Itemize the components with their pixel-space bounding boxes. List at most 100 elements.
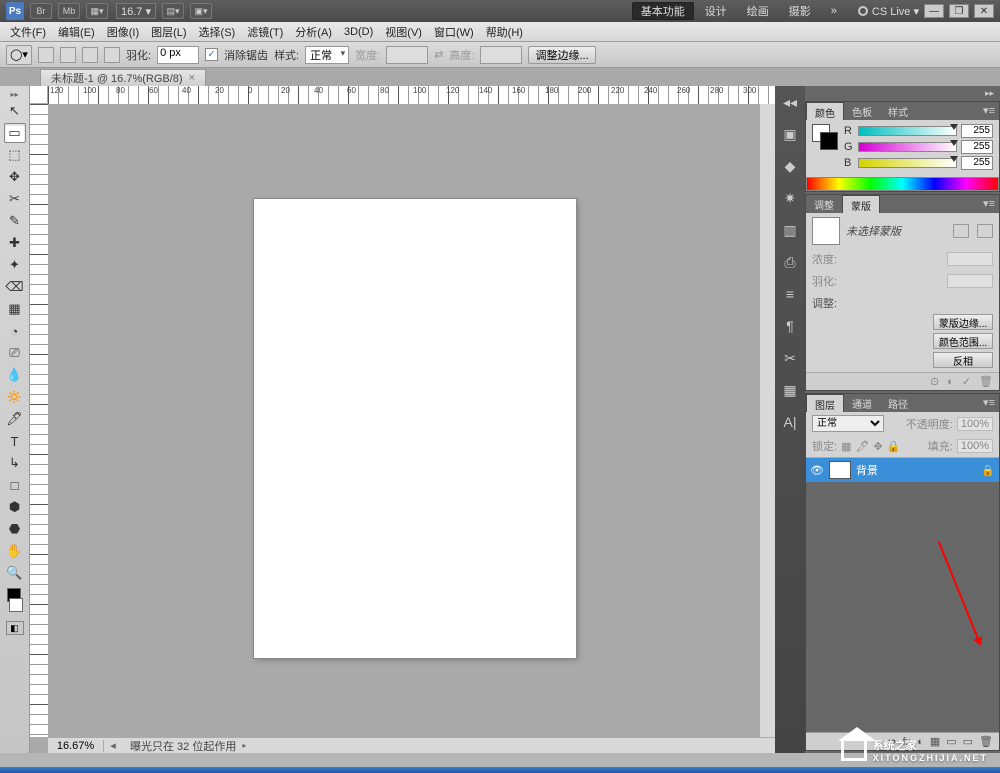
lock-all-icon[interactable]: 🔒 <box>887 440 901 453</box>
hand-tool[interactable]: ✋ <box>4 541 26 561</box>
document-viewport[interactable] <box>48 104 759 737</box>
document-tab[interactable]: 未标题-1 @ 16.7%(RGB/8) × <box>40 69 206 86</box>
feather-input[interactable]: 0 px <box>157 46 199 64</box>
workspace-more[interactable]: » <box>822 2 846 20</box>
menu-layer[interactable]: 图层(L) <box>145 22 192 42</box>
paragraph-icon[interactable]: ¶ <box>780 316 800 336</box>
crop-tool[interactable]: ✂ <box>4 189 26 209</box>
panels-collapse-icon[interactable]: ▸▸ <box>805 86 1000 101</box>
gradient-tool[interactable]: ⎚ <box>4 343 26 363</box>
color-range-button[interactable]: 颜色范围... <box>933 333 993 349</box>
pen-tool[interactable]: 🖊 <box>4 409 26 429</box>
eraser-tool[interactable]: ◔ <box>4 321 26 341</box>
swatches-icon[interactable]: ▦ <box>780 380 800 400</box>
history-brush-tool[interactable]: ▦ <box>4 299 26 319</box>
mask-footer-icon-3[interactable]: ✓ <box>962 375 971 388</box>
document-tab-close-icon[interactable]: × <box>189 72 195 84</box>
ruler-vertical[interactable] <box>30 104 48 737</box>
zoom-tool[interactable]: 🔍 <box>4 563 26 583</box>
color-tab[interactable]: 颜色 <box>806 102 844 120</box>
menu-help[interactable]: 帮助(H) <box>480 22 529 42</box>
shape-tool[interactable]: □ <box>4 475 26 495</box>
stamp-tool[interactable]: ⌫ <box>4 277 26 297</box>
3d-tool[interactable]: ⬢ <box>4 497 26 517</box>
g-value[interactable]: 255 <box>961 140 993 154</box>
color-swatch[interactable] <box>4 585 26 615</box>
tools-collapse-icon[interactable]: ▸▸ <box>0 90 29 99</box>
color-panel-menu-icon[interactable]: ▾≡ <box>979 102 999 120</box>
lasso-tool[interactable]: ⬚ <box>4 145 26 165</box>
window-minimize-button[interactable]: — <box>924 4 944 18</box>
lock-transparent-icon[interactable]: ▦ <box>841 440 851 453</box>
add-pixel-mask-icon[interactable] <box>953 224 969 238</box>
layer-visibility-icon[interactable]: 👁 <box>810 463 824 477</box>
mask-footer-icon-2[interactable]: ◐ <box>947 376 954 388</box>
menu-image[interactable]: 图像(I) <box>101 22 145 42</box>
opacity-value[interactable]: 100% <box>957 417 993 431</box>
b-slider[interactable] <box>858 158 957 168</box>
ruler-origin[interactable] <box>30 86 48 104</box>
layer-lock-icon[interactable]: 🔒 <box>981 464 995 477</box>
bridge-icon[interactable]: Br <box>30 3 52 19</box>
blend-mode-select[interactable]: 正常 <box>812 415 884 432</box>
menu-file[interactable]: 文件(F) <box>4 22 52 42</box>
selection-mode-add-icon[interactable] <box>60 47 76 63</box>
history-icon[interactable]: ⎙ <box>780 252 800 272</box>
adjustments-icon[interactable]: ▥ <box>780 220 800 240</box>
brush-tool[interactable]: ✦ <box>4 255 26 275</box>
zoom-dropdown[interactable]: 16.7 ▾ <box>116 3 156 19</box>
workspace-tab-essentials[interactable]: 基本功能 <box>632 2 694 20</box>
mask-panel-menu-icon[interactable]: ▾≡ <box>979 195 999 213</box>
minibridge-icon[interactable]: Mb <box>58 3 80 19</box>
styles-tab[interactable]: 样式 <box>880 102 916 120</box>
invert-button[interactable]: 反相 <box>933 352 993 368</box>
current-tool-icon[interactable]: ◯▾ <box>6 45 32 65</box>
menu-filter[interactable]: 滤镜(T) <box>241 22 289 42</box>
ruler-horizontal[interactable]: 120 100 80 60 40 20 0 20 40 60 80 100 12… <box>48 86 775 104</box>
zoom-level[interactable]: 16.67% <box>48 740 104 752</box>
layer-row[interactable]: 👁 背景 🔒 <box>806 458 999 482</box>
3d-camera-tool[interactable]: ⬣ <box>4 519 26 539</box>
workspace-tab-painting[interactable]: 绘画 <box>738 2 778 20</box>
screen-mode-icon[interactable]: ▦▾ <box>86 3 108 19</box>
window-restore-button[interactable]: ❐ <box>949 4 969 18</box>
style-select[interactable]: 正常 <box>305 46 349 64</box>
marquee-tool[interactable]: ▭ <box>4 123 26 143</box>
document-canvas[interactable] <box>254 199 576 658</box>
b-value[interactable]: 255 <box>961 156 993 170</box>
r-slider[interactable] <box>858 126 957 136</box>
adjustments-tab[interactable]: 调整 <box>806 195 842 213</box>
navigator-icon[interactable]: ▣ <box>780 124 800 144</box>
quick-mask-button[interactable]: ◧ <box>6 621 24 635</box>
color-ramp[interactable] <box>806 177 999 191</box>
status-menu-icon[interactable]: ▸ <box>242 741 246 750</box>
histogram-icon[interactable]: ◆ <box>780 156 800 176</box>
arrange-icon[interactable]: ▤▾ <box>162 3 184 19</box>
add-vector-mask-icon[interactable] <box>977 224 993 238</box>
mask-thumbnail[interactable] <box>812 217 840 245</box>
dock-collapse-icon[interactable]: ◂◂ <box>780 92 800 112</box>
path-select-tool[interactable]: ↳ <box>4 453 26 473</box>
status-prev-icon[interactable]: ◂ <box>104 739 122 752</box>
info-icon[interactable]: ✷ <box>780 188 800 208</box>
paths-tab[interactable]: 路径 <box>880 394 916 412</box>
r-value[interactable]: 255 <box>961 124 993 138</box>
menu-edit[interactable]: 编辑(E) <box>52 22 101 42</box>
blur-tool[interactable]: 💧 <box>4 365 26 385</box>
character-icon[interactable]: A| <box>780 412 800 432</box>
refine-edge-button[interactable]: 调整边缘... <box>528 46 595 64</box>
swatches-tab[interactable]: 色板 <box>844 102 880 120</box>
dodge-tool[interactable]: 🔅 <box>4 387 26 407</box>
tool-preset-icon[interactable]: ✂ <box>780 348 800 368</box>
type-tool[interactable]: T <box>4 431 26 451</box>
window-close-button[interactable]: ✕ <box>974 4 994 18</box>
actions-icon[interactable]: ≡ <box>780 284 800 304</box>
selection-mode-subtract-icon[interactable] <box>82 47 98 63</box>
extras-icon[interactable]: ▣▾ <box>190 3 212 19</box>
layers-panel-menu-icon[interactable]: ▾≡ <box>979 394 999 412</box>
lock-pixels-icon[interactable]: 🖊 <box>855 440 869 453</box>
healing-tool[interactable]: ✚ <box>4 233 26 253</box>
vertical-scrollbar[interactable] <box>759 104 775 737</box>
antialias-checkbox[interactable]: ✓ <box>205 48 218 61</box>
menu-3d[interactable]: 3D(D) <box>338 24 379 40</box>
